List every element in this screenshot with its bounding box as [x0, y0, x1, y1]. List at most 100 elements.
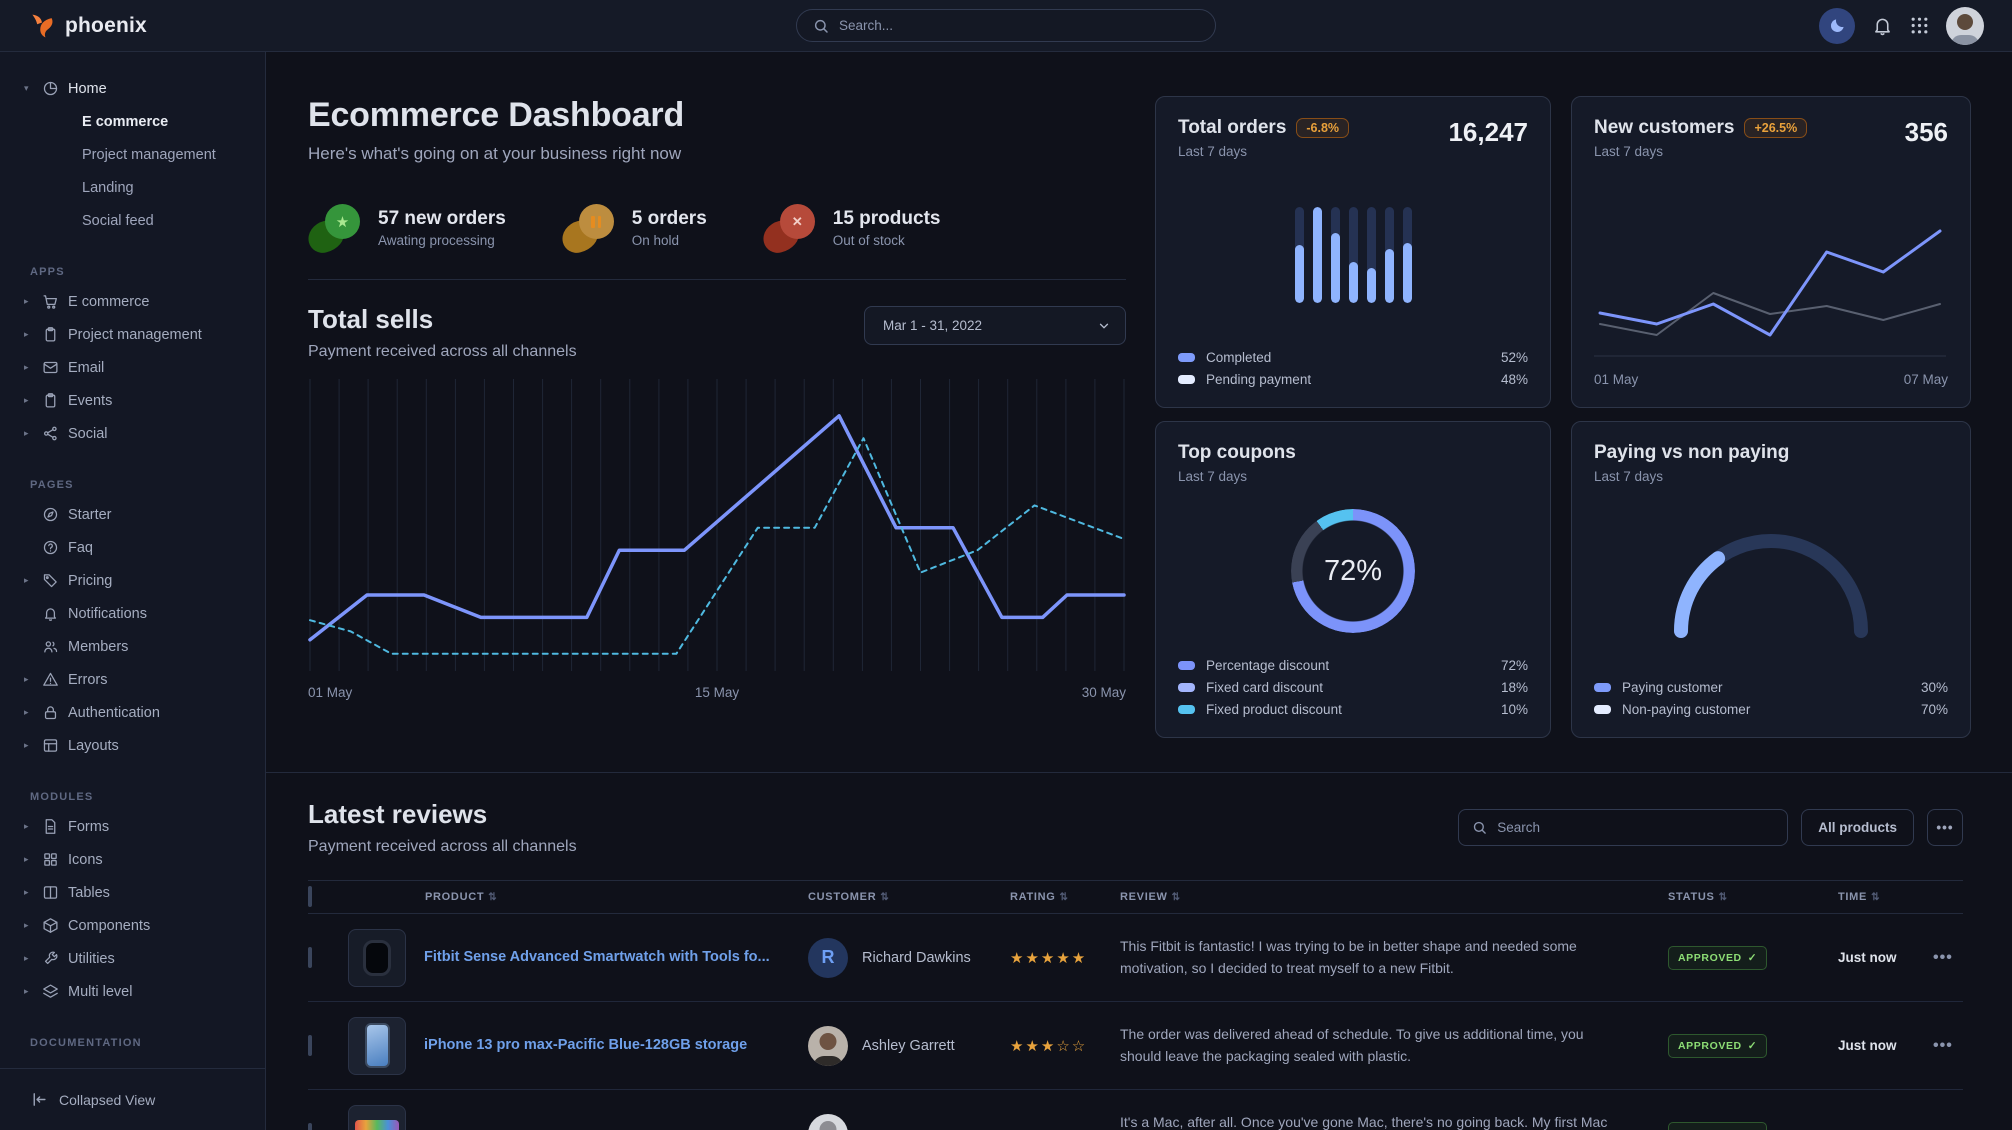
sidebar-item-events[interactable]: ▸Events: [0, 384, 265, 417]
layers-icon: [42, 983, 68, 1000]
select-all-checkbox[interactable]: [308, 886, 312, 907]
sidebar-item-landing[interactable]: Landing: [0, 171, 265, 204]
notifications-button[interactable]: [1872, 15, 1893, 36]
product-thumbnail-laptop[interactable]: [348, 1105, 406, 1130]
date-range-select[interactable]: Mar 1 - 31, 2022: [864, 306, 1126, 345]
sidebar-item-multi-level[interactable]: ▸Multi level: [0, 975, 265, 1008]
sidebar-item-label: Forms: [68, 819, 109, 835]
stat-value: 57 new orders: [378, 208, 506, 230]
search-icon: [1472, 820, 1487, 835]
sidebar-item-starter[interactable]: Starter: [0, 498, 265, 531]
sidebar-item-social[interactable]: ▸Social: [0, 417, 265, 450]
sidebar-item-forms[interactable]: ▸Forms: [0, 810, 265, 843]
page-subtitle: Here's what's going on at your business …: [308, 144, 1126, 164]
brand[interactable]: phoenix: [28, 12, 147, 40]
row-more-button[interactable]: •••: [1933, 1037, 1963, 1055]
legend-item-pending-payment: Pending payment48%: [1178, 372, 1528, 387]
sidebar-item-icons[interactable]: ▸Icons: [0, 843, 265, 876]
column-header-review[interactable]: REVIEW⇅: [1120, 891, 1668, 903]
rating-stars: ★★★★★: [1010, 949, 1120, 967]
card-period: Last 7 days: [1594, 469, 1789, 484]
row-checkbox[interactable]: [308, 1035, 312, 1056]
cart-icon: [42, 293, 68, 310]
sidebar-item-social-feed[interactable]: Social feed: [0, 204, 265, 237]
column-header-status[interactable]: STATUS⇅: [1668, 891, 1838, 903]
collapse-icon: [30, 1091, 47, 1108]
product-link[interactable]: iPhone 13 pro max-Pacific Blue-128GB sto…: [424, 1036, 747, 1056]
row-checkbox[interactable]: [308, 947, 312, 968]
column-header-product[interactable]: PRODUCT⇅: [348, 891, 808, 903]
reviews-subtitle: Payment received across all channels: [308, 838, 577, 856]
sidebar-item-label: Layouts: [68, 738, 119, 754]
legend-value: 70%: [1921, 702, 1948, 717]
sidebar-nav: ▾ Home E commerceProject managementLanding…: [0, 72, 265, 1056]
sidebar-item-notifications[interactable]: Notifications: [0, 597, 265, 630]
legend-label: Percentage discount: [1206, 658, 1329, 673]
column-header-time[interactable]: TIME⇅: [1838, 891, 1933, 903]
apps-menu-button[interactable]: [1910, 16, 1929, 35]
column-header-customer[interactable]: CUSTOMER⇅: [808, 891, 1010, 903]
sidebar-item-utilities[interactable]: ▸Utilities: [0, 942, 265, 975]
collapse-sidebar-button[interactable]: Collapsed View: [0, 1068, 265, 1130]
x-label: 30 May: [1082, 685, 1126, 700]
sidebar-item-members[interactable]: Members: [0, 630, 265, 663]
product-link[interactable]: Fitbit Sense Advanced Smartwatch with To…: [424, 948, 770, 968]
sidebar-item-pricing[interactable]: ▸Pricing: [0, 564, 265, 597]
legend-label: Fixed card discount: [1206, 680, 1323, 695]
card-title: Total orders: [1178, 117, 1286, 139]
user-avatar[interactable]: [1946, 7, 1984, 45]
status-badge: APPROVED ✓: [1668, 1034, 1767, 1058]
sidebar-item-label: Home: [68, 81, 107, 97]
row-more-button[interactable]: •••: [1933, 1125, 1963, 1130]
grid-icon: [1910, 16, 1929, 35]
sidebar: ▾ Home E commerceProject managementLanding…: [0, 52, 266, 1130]
column-header-rating[interactable]: RATING⇅: [1010, 891, 1120, 903]
sidebar-item-label: Icons: [68, 852, 103, 868]
row-more-button[interactable]: •••: [1933, 949, 1963, 967]
legend-label: Completed: [1206, 350, 1271, 365]
bar: [1367, 207, 1376, 303]
theme-toggle-button[interactable]: [1819, 8, 1855, 44]
search-input[interactable]: [839, 18, 1199, 33]
legend-label: Paying customer: [1622, 680, 1723, 695]
reviews-search[interactable]: [1458, 809, 1788, 846]
moon-icon: [1828, 17, 1846, 35]
caret-right-icon: ▸: [24, 920, 42, 931]
sidebar-item-layouts[interactable]: ▸Layouts: [0, 729, 265, 762]
paying-legend: Paying customer30%Non-paying customer70%: [1594, 680, 1948, 717]
sidebar-item-e-commerce[interactable]: ▸E commerce: [0, 285, 265, 318]
sidebar-item-tables[interactable]: ▸Tables: [0, 876, 265, 909]
sidebar-item-home[interactable]: ▾ Home: [0, 72, 265, 105]
legend-value: 30%: [1921, 680, 1948, 695]
bell-icon: [42, 605, 68, 622]
total-sells-x-axis: 01 May 15 May 30 May: [308, 685, 1126, 700]
phoenix-logo-icon: [28, 12, 56, 40]
sidebar-item-errors[interactable]: ▸Errors: [0, 663, 265, 696]
legend-value: 18%: [1501, 680, 1528, 695]
product-thumbnail-watch[interactable]: [348, 929, 406, 987]
sidebar-item-label: Email: [68, 360, 104, 376]
sidebar-item-project-management[interactable]: Project management: [0, 138, 265, 171]
caret-down-icon: ▾: [24, 83, 42, 94]
sidebar-item-e-commerce[interactable]: E commerce: [0, 105, 265, 138]
clipboard-icon: [42, 392, 68, 409]
product-thumbnail-phone[interactable]: [348, 1017, 406, 1075]
stat-label: Awating processing: [378, 233, 506, 248]
pie-icon: [42, 80, 68, 97]
sidebar-item-email[interactable]: ▸Email: [0, 351, 265, 384]
global-search[interactable]: [796, 9, 1216, 42]
sidebar-item-authentication[interactable]: ▸Authentication: [0, 696, 265, 729]
all-products-button[interactable]: All products: [1801, 809, 1914, 846]
sidebar-item-project-management[interactable]: ▸Project management: [0, 318, 265, 351]
row-checkbox[interactable]: [308, 1123, 312, 1130]
date-range-value: Mar 1 - 31, 2022: [883, 318, 982, 333]
users-icon: [42, 638, 68, 655]
reviews-search-input[interactable]: [1497, 820, 1774, 835]
stats-row: ★57 new ordersAwating processing5 orders…: [308, 204, 1126, 252]
lock-icon: [42, 704, 68, 721]
card-title: Paying vs non paying: [1594, 442, 1789, 464]
sidebar-item-faq[interactable]: Faq: [0, 531, 265, 564]
sidebar-item-components[interactable]: ▸Components: [0, 909, 265, 942]
reviews-more-button[interactable]: •••: [1927, 809, 1963, 846]
sidebar-section-modules: MODULES: [30, 784, 265, 810]
